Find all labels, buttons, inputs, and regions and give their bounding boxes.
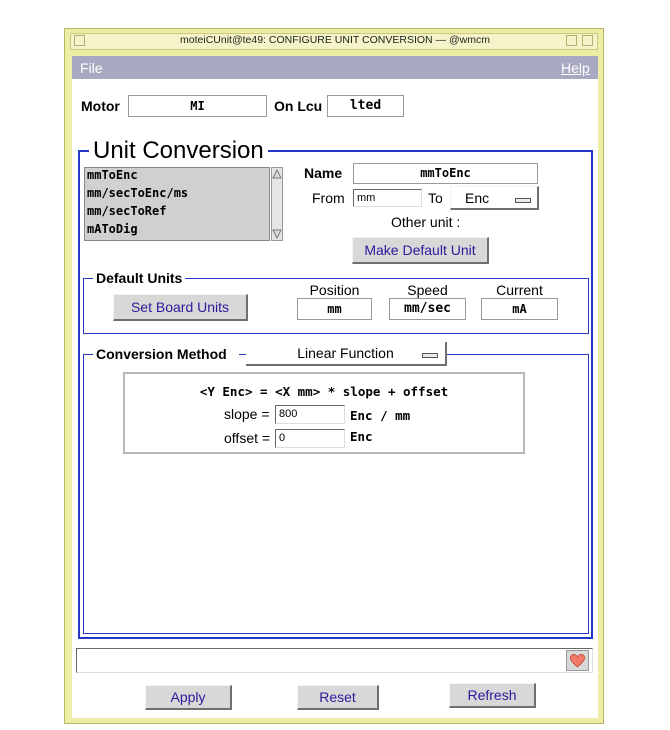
current-field[interactable]: mA [481, 298, 558, 320]
heart-icon [570, 653, 585, 668]
make-default-unit-button[interactable]: Make Default Unit [352, 237, 489, 264]
menu-help[interactable]: Help [561, 60, 590, 76]
name-field[interactable]: mmToEnc [353, 163, 538, 184]
set-board-units-button[interactable]: Set Board Units [113, 294, 248, 321]
status-indicator[interactable] [566, 650, 589, 671]
motor-label: Motor [81, 98, 120, 114]
offset-input[interactable]: 0 [275, 429, 345, 448]
apply-button[interactable]: Apply [145, 685, 232, 710]
maximize-button[interactable] [582, 35, 593, 46]
to-label: To [428, 190, 443, 206]
position-label: Position [309, 282, 360, 298]
menu-file[interactable]: File [80, 60, 103, 76]
speed-field[interactable]: mm/sec [389, 298, 466, 320]
dropdown-indicator-icon [422, 353, 438, 358]
status-field [76, 648, 593, 673]
offset-unit: Enc [350, 429, 373, 444]
other-unit-label: Other unit : [391, 214, 461, 230]
reset-button[interactable]: Reset [297, 685, 379, 710]
refresh-button[interactable]: Refresh [449, 683, 536, 708]
default-units-title: Default Units [93, 270, 186, 286]
window-title: moteiCUnit@te49: CONFIGURE UNIT CONVERSI… [180, 34, 490, 46]
slope-input[interactable]: 800 [275, 405, 345, 424]
current-label: Current [496, 282, 543, 298]
from-input[interactable]: mm [353, 189, 422, 207]
conversion-method-value: Linear Function [297, 345, 394, 361]
motor-field[interactable]: MI [128, 95, 267, 117]
list-item[interactable]: mmToEnc [87, 168, 138, 182]
list-item[interactable]: mm/secToRef [87, 204, 166, 218]
menu-bar [72, 56, 598, 79]
dropdown-indicator-icon [515, 198, 531, 203]
onlcu-label: On Lcu [274, 98, 323, 114]
offset-label: offset = [224, 430, 271, 446]
slope-unit: Enc / mm [350, 408, 411, 423]
scrollbar-arrows-icon [272, 168, 282, 240]
list-scrollbar[interactable] [271, 167, 283, 241]
speed-label: Speed [407, 282, 448, 298]
conversion-method-select[interactable]: Linear Function [246, 342, 447, 366]
window-menu-button[interactable] [74, 35, 85, 46]
unit-conversion-title: Unit Conversion [89, 137, 268, 165]
minimize-button[interactable] [566, 35, 577, 46]
conversion-method-title: Conversion Method [93, 346, 239, 362]
name-label: Name [304, 165, 343, 181]
slope-label: slope = [224, 406, 270, 422]
list-item[interactable]: mm/secToEnc/ms [87, 186, 188, 200]
equation-text: <Y Enc> = <X mm> * slope + offset [199, 384, 449, 399]
position-field[interactable]: mm [297, 298, 372, 320]
onlcu-field[interactable]: lted [327, 95, 404, 117]
list-item[interactable]: mAToDig [87, 222, 138, 236]
menu-help-label: Help [561, 60, 590, 76]
to-unit-value: Enc [465, 190, 490, 206]
from-label: From [312, 190, 345, 206]
